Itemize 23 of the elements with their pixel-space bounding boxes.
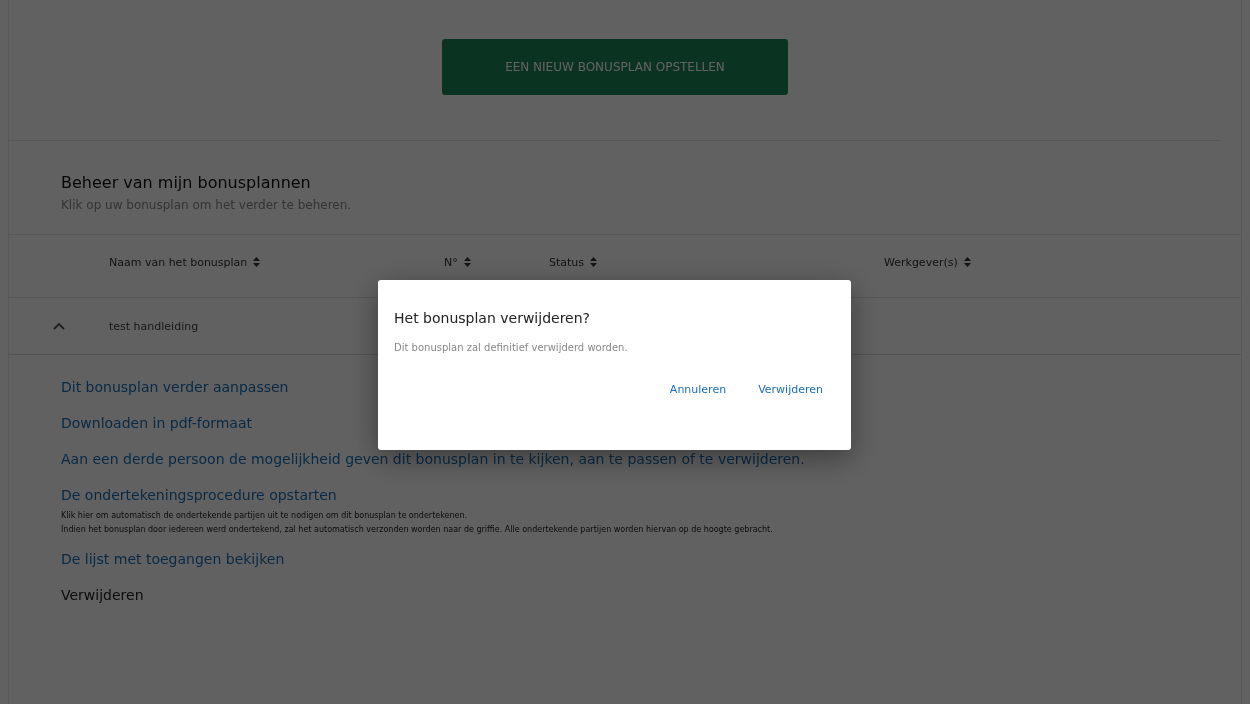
column-header[interactable]: Status	[549, 255, 585, 269]
action-link[interactable]: Aan een derde persoon de mogelijkheid geven dit bonusplan in te kijken, aan te passen of te verwijderen.	[61, 451, 805, 467]
column-header[interactable]: Naam van het bonusplan	[109, 255, 248, 269]
sort-icon	[963, 257, 971, 267]
help-text: Klik hier om automatisch de ondertekende partijen uit te nodigen om dit bonusplan te ondertekenen.	[61, 511, 469, 520]
action-link[interactable]: Downloaden in pdf-formaat	[61, 415, 253, 431]
action-link[interactable]: Dit bonusplan verder aanpassen	[61, 379, 289, 395]
sort-icon	[253, 257, 261, 267]
sort-icon	[463, 257, 471, 267]
chevron-up-icon[interactable]	[53, 322, 65, 330]
column-header[interactable]: Werkgever(s)	[884, 255, 958, 269]
delete-link[interactable]: Verwijderen	[61, 587, 144, 603]
cancel-button[interactable]: Annuleren	[657, 377, 739, 402]
create-bonusplan-button[interactable]: EEN NIEUW BONUSPLAN OPSTELLEN	[442, 39, 788, 95]
confirm-delete-button[interactable]: Verwijderen	[746, 377, 835, 402]
dialog-message: Dit bonusplan zal definitief verwijderd worden.	[394, 342, 629, 353]
help-text: Indien het bonusplan door iedereen werd ondertekend, zal het automatisch verzonden worden naar de griffie. Alle ondertekende partijen worden hiervan op de hoogte gebracht.	[61, 525, 774, 534]
sort-icon	[590, 257, 598, 267]
section-title: Beheer van mijn bonusplannen	[61, 173, 312, 192]
action-link[interactable]: De lijst met toegangen bekijken	[61, 551, 285, 567]
action-link[interactable]: De ondertekeningsprocedure opstarten	[61, 487, 337, 503]
dialog-title: Het bonusplan verwijderen?	[394, 310, 591, 326]
column-header[interactable]: N°	[444, 255, 458, 269]
